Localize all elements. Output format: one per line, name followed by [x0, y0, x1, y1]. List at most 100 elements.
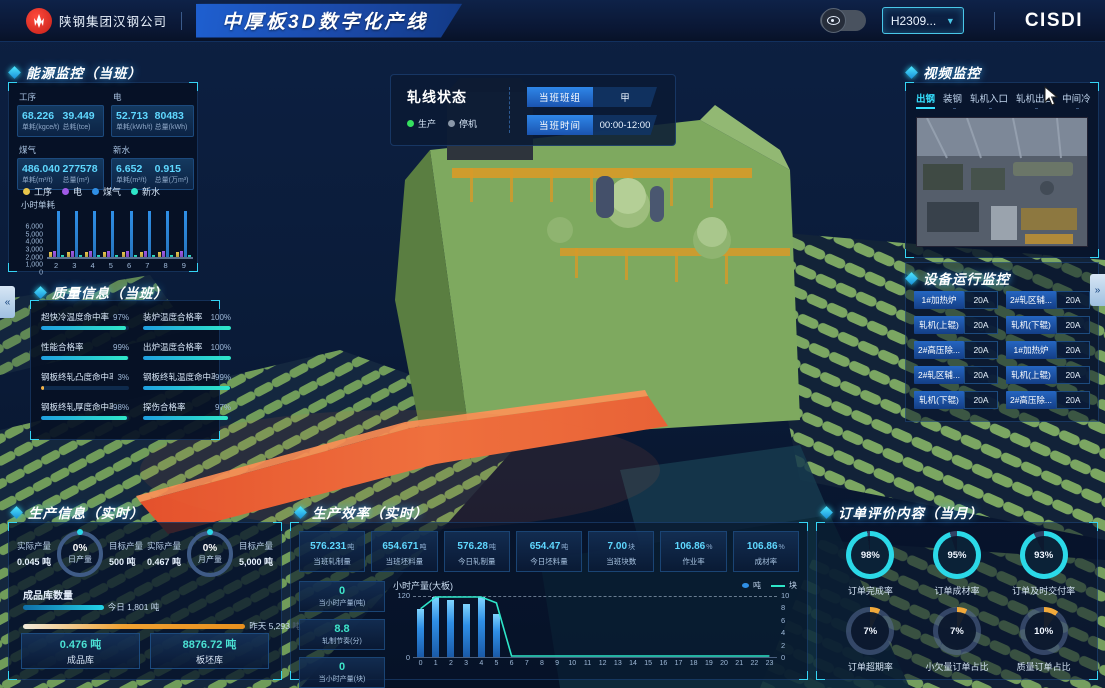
- energy-unit: 单耗(kgce/t): [22, 122, 59, 132]
- equipment-row[interactable]: 2#轧区辅... 20A: [1006, 291, 1090, 309]
- energy-cards: 工序 68.226 单耗(kgce/t) 39.449 总耗(tce) 电 52…: [17, 91, 189, 190]
- right-expander-tab[interactable]: »: [1090, 274, 1105, 306]
- equipment-label: 轧机(下辊): [914, 391, 964, 409]
- stat-value: 106.86: [747, 541, 778, 552]
- equipment-row[interactable]: 轧机(下辊) 20A: [914, 391, 998, 409]
- quality-progress-bar: [41, 326, 126, 330]
- quality-item: 超快冷温度命中率 97%: [41, 311, 129, 330]
- eye-icon[interactable]: [821, 8, 846, 33]
- stat-label: 成材率: [736, 556, 796, 567]
- quality-percent: 97%: [113, 313, 129, 322]
- quality-progress-bar: [143, 326, 231, 330]
- status-legend-item: 停机: [448, 117, 477, 130]
- store-value: 0.476 吨: [60, 636, 102, 652]
- heat-number-dropdown[interactable]: H2309... ▼: [882, 7, 964, 34]
- stat-label: 当班坯料量: [374, 556, 434, 567]
- company-logo: 陕钢集团汉钢公司: [26, 8, 167, 34]
- quality-label: 钢板终轧温度命中率: [143, 371, 215, 383]
- equipment-row[interactable]: 2#高压除... 20A: [914, 341, 998, 359]
- energy-value: 68.226: [22, 110, 59, 122]
- piece-line-icon: [771, 585, 785, 587]
- quality-label: 钢板终轧凸度命中率: [41, 371, 113, 383]
- energy-unit: 单耗(m³/t): [116, 175, 151, 185]
- hourly-chart-area: 小时产量(大板) 吨 块 012002468100123456789101112…: [393, 579, 797, 673]
- quality-label: 探伤合格率: [143, 401, 186, 413]
- equipment-label: 2#轧区辅...: [914, 366, 964, 384]
- energy-unit: 总量(万m³): [155, 175, 190, 185]
- efficiency-stat-card: 106.86% 作业率: [660, 531, 726, 572]
- video-tab[interactable]: 装钢: [943, 91, 962, 109]
- equipment-row[interactable]: 轧机(上辊) 20A: [914, 316, 998, 334]
- quality-percent: 97%: [215, 403, 231, 412]
- quality-label: 超快冷温度命中率: [41, 311, 109, 323]
- equipment-panel-title: 设备运行监控: [907, 268, 1010, 288]
- efficiency-panel: 576.231吨 当班轧制量 654.671吨 当班坯料量 576.28吨 今日…: [290, 522, 808, 680]
- order-ring-cell: 95% 订单成材率: [914, 531, 1001, 597]
- order-ring-gauge: 98%: [846, 531, 894, 579]
- store-card: 8876.72 吨 板坯库: [150, 633, 269, 669]
- page-title: 中厚板3D数字化产线: [222, 7, 428, 34]
- production-gauges: 实际产量 0.045 吨 0% 日产量 目标产量 500 吨 实际产量: [15, 531, 275, 577]
- quality-item: 出炉温度合格率 100%: [143, 341, 231, 360]
- line-status-row: 当班班组 甲: [527, 87, 657, 107]
- quality-label: 出炉温度合格率: [143, 341, 203, 353]
- stat-label: 当班块数: [591, 556, 651, 567]
- stat-value: 106.86: [675, 541, 706, 552]
- quality-percent: 100%: [211, 313, 231, 322]
- side-stat-value: 8.8: [302, 623, 382, 635]
- equipment-row[interactable]: 2#高压除... 20A: [1006, 391, 1090, 409]
- quality-item: 性能合格率 99%: [41, 341, 129, 360]
- side-stat-label: 当小时产量(吨): [302, 598, 382, 608]
- actual-value: 0.467 吨: [147, 555, 181, 568]
- equipment-label: 2#高压除...: [1006, 391, 1056, 409]
- gauge-percent: 0%: [203, 543, 217, 554]
- status-legend-item: 生产: [407, 117, 436, 130]
- video-tab[interactable]: 出钢: [916, 91, 935, 109]
- status-row-label: 当班班组: [527, 87, 593, 107]
- ring-label: 小欠量订单占比: [925, 660, 988, 673]
- equipment-label: 2#轧区辅...: [1006, 291, 1056, 309]
- store-label: 成品库: [67, 653, 94, 666]
- ring-label: 订单完成率: [848, 584, 893, 597]
- order-ring-cell: 93% 订单及时交付率: [1000, 531, 1087, 597]
- order-ring-cell: 98% 订单完成率: [827, 531, 914, 597]
- equipment-value: 20A: [1056, 366, 1090, 384]
- equipment-row[interactable]: 1#加热炉 20A: [914, 291, 998, 309]
- energy-unit: 单耗(m³/t): [22, 175, 59, 185]
- target-label: 目标产量: [109, 540, 143, 552]
- side-stat-label: 当小时产量(块): [302, 674, 382, 684]
- video-tab[interactable]: 轧机入口: [970, 91, 1008, 109]
- energy-unit: 单耗(kWh/t): [116, 122, 151, 132]
- status-row-label: 当班时间: [527, 115, 593, 135]
- video-tab[interactable]: 中间冷: [1062, 91, 1091, 109]
- equipment-row[interactable]: 1#加热炉 20A: [1006, 341, 1090, 359]
- energy-panel-title: 能源监控（当班）: [10, 62, 142, 82]
- order-ring-gauge: 93%: [1020, 531, 1068, 579]
- left-expander-tab[interactable]: «: [0, 286, 15, 318]
- ring-percent: 7%: [950, 626, 964, 637]
- energy-value: 6.652: [116, 163, 151, 175]
- cisdi-logo: CISDI: [1025, 10, 1083, 32]
- equipment-row[interactable]: 2#轧区辅... 20A: [914, 366, 998, 384]
- store-card: 0.476 吨 成品库: [21, 633, 140, 669]
- visibility-toggle[interactable]: [820, 10, 866, 31]
- gauge-name: 日产量: [68, 554, 92, 565]
- line-status-title: 轧线状态: [407, 87, 477, 107]
- quality-item: 钢板终轧凸度命中率 3%: [41, 371, 129, 390]
- vertical-divider: [509, 87, 510, 133]
- energy-legend-item: 煤气: [92, 185, 121, 198]
- efficiency-stat-card: 7.00块 当班块数: [588, 531, 654, 572]
- equipment-row[interactable]: 轧机(上辊) 20A: [1006, 366, 1090, 384]
- status-dot-icon: [448, 120, 455, 127]
- quality-progress-bar: [41, 416, 127, 420]
- header-divider: [181, 12, 182, 30]
- diamond-icon: [8, 66, 21, 79]
- video-panel: 出钢 装钢 轧机入口 轧机出口 中间冷 电加热: [905, 82, 1099, 258]
- stat-value: 576.231: [310, 541, 346, 552]
- stat-unit: 吨: [420, 544, 427, 551]
- quality-item: 钢板终轧温度命中率 99%: [143, 371, 231, 390]
- production-gauge-group: 实际产量 0.045 吨 0% 日产量 目标产量 500 吨: [17, 531, 143, 577]
- equipment-row[interactable]: 轧机(下辊) 20A: [1006, 316, 1090, 334]
- order-ring-cell: 10% 质量订单占比: [1000, 607, 1087, 673]
- video-feed[interactable]: [916, 117, 1088, 247]
